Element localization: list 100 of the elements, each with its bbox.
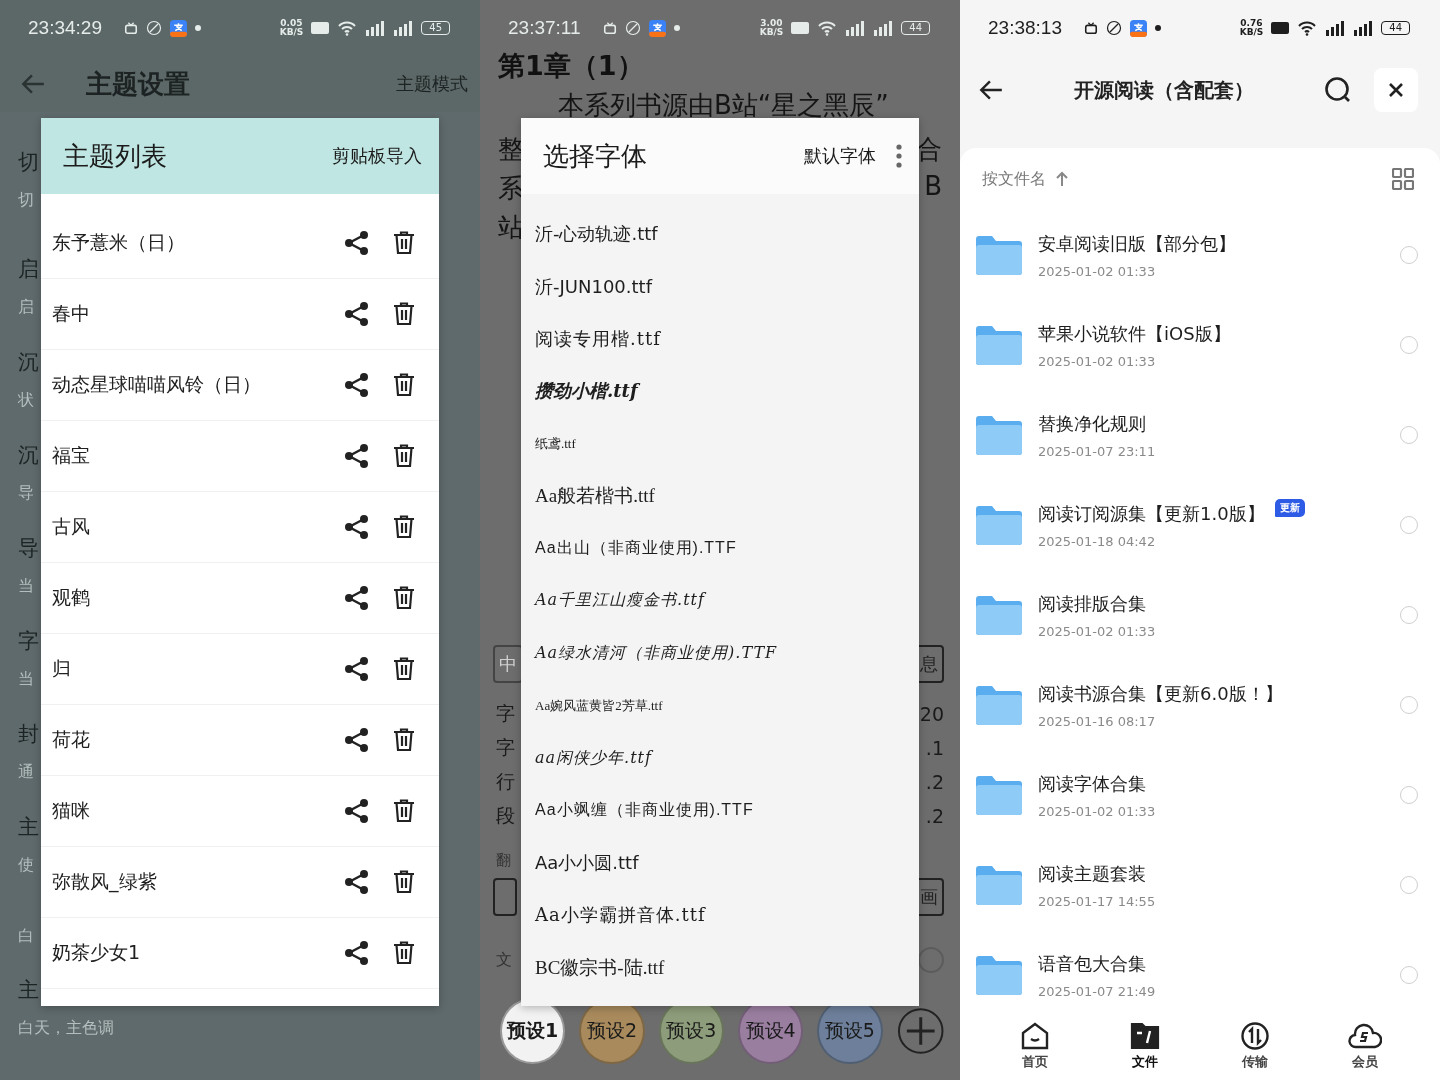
folder-name[interactable]: 苹果小说软件【iOS版】 (1038, 321, 1231, 346)
font-name[interactable]: aa闲侠少年.ttf (535, 747, 652, 769)
blocked-icon (624, 20, 641, 36)
theme-name[interactable]: 东予薏米（日） (52, 230, 321, 256)
share-icon[interactable] (344, 940, 370, 966)
folder-name[interactable]: 阅读书源合集【更新6.0版！】 (1038, 681, 1283, 706)
delete-icon[interactable] (393, 657, 415, 681)
theme-name[interactable]: 福宝 (52, 443, 321, 469)
battery-level: 44 (1381, 21, 1410, 35)
theme-name[interactable]: 弥散风_绿紫 (52, 869, 321, 895)
wifi-icon (337, 20, 358, 36)
chapter-text: 站 (498, 211, 524, 244)
sort-button[interactable]: 按文件名 (982, 168, 1046, 190)
folder-icon (976, 775, 1022, 815)
page-mode-button[interactable] (493, 878, 517, 916)
screen-title: 主题设置 (86, 67, 190, 101)
folder-name[interactable]: 阅读主题套装 (1038, 861, 1146, 886)
default-font-button[interactable]: 默认字体 (804, 144, 876, 168)
delete-icon[interactable] (393, 515, 415, 539)
folder-name[interactable]: 阅读字体合集 (1038, 771, 1146, 796)
theme-name[interactable]: 归 (52, 656, 321, 682)
dialog-title: 主题列表 (63, 139, 168, 173)
delete-icon[interactable] (393, 941, 415, 965)
nav-tab[interactable]: 会员 (1335, 1017, 1395, 1075)
font-name[interactable]: 阅读专用楷.ttf (535, 326, 661, 351)
share-icon[interactable] (344, 372, 370, 398)
tv-icon (123, 21, 138, 35)
arrow-up-icon[interactable] (1056, 171, 1068, 187)
font-name[interactable]: Aa小飒缠（非商业使用).TTF (535, 800, 754, 821)
font-name[interactable]: 沂-JUN100.ttf (535, 274, 652, 299)
delete-icon[interactable] (393, 586, 415, 610)
theme-name[interactable]: 春中 (52, 301, 321, 327)
share-icon[interactable] (344, 301, 370, 327)
theme-name[interactable]: 荷花 (52, 727, 321, 753)
hd-icon (1271, 22, 1290, 34)
font-name[interactable]: 纸鸢.ttf (535, 434, 576, 453)
setting-value: 20 (919, 703, 944, 725)
modified-date: 2025-01-02 01:33 (1038, 623, 1157, 639)
share-icon[interactable] (344, 656, 370, 682)
clipboard-import-button[interactable]: 剪贴板导入 (332, 144, 422, 168)
network-speed: 3.00 KB/S (759, 19, 784, 37)
modified-date: 2025-01-17 14:55 (1038, 893, 1157, 909)
hd-icon (791, 22, 810, 34)
signal-icon (1325, 20, 1346, 36)
blocked-icon (1105, 20, 1122, 36)
battery-level: 44 (901, 21, 930, 35)
theme-name[interactable]: 动态星球喵喵风铃（日） (52, 372, 321, 398)
delete-icon[interactable] (393, 728, 415, 752)
folder-name[interactable]: 阅读订阅源集【更新1.0版】 (1038, 501, 1265, 526)
close-button[interactable] (1374, 68, 1418, 112)
font-name[interactable]: Aa小小圆.ttf (535, 850, 639, 875)
share-icon[interactable] (344, 514, 370, 540)
setting-description: 导 (18, 483, 34, 504)
font-name[interactable]: Aa出山（非商业使用).TTF (535, 538, 737, 560)
font-name[interactable]: Aa千里江山瘦金书.ttf (535, 590, 705, 612)
share-icon[interactable] (344, 869, 370, 895)
theme-name[interactable]: 奶茶少女1 (52, 940, 321, 966)
chapter-text: 合 (916, 133, 942, 166)
preset-button[interactable]: 预设1 (500, 998, 566, 1064)
grid-view-icon[interactable] (1392, 168, 1414, 190)
folder-name[interactable]: 阅读排版合集 (1038, 591, 1146, 616)
nav-tab[interactable]: 文件 (1115, 1017, 1175, 1075)
folder-name[interactable]: 替换净化规则 (1038, 411, 1146, 436)
wifi-icon (1297, 20, 1318, 36)
setting-description: 启 (18, 297, 34, 318)
search-icon[interactable] (1324, 76, 1352, 104)
folder-title: 开源阅读（含配套） (1074, 76, 1254, 104)
blocked-icon (145, 20, 162, 36)
delete-icon[interactable] (393, 302, 415, 326)
delete-icon[interactable] (393, 444, 415, 468)
share-icon[interactable] (344, 230, 370, 256)
font-name[interactable]: Aa小学霸拼音体.ttf (535, 903, 706, 928)
setting-description: 当 (18, 669, 34, 690)
app-icon (648, 19, 666, 37)
folder-icon (976, 955, 1022, 995)
delete-icon[interactable] (393, 799, 415, 823)
delete-icon[interactable] (393, 373, 415, 397)
share-icon[interactable] (344, 585, 370, 611)
folder-name[interactable]: 安卓阅读旧版【部分包】 (1038, 231, 1236, 256)
share-icon[interactable] (344, 798, 370, 824)
folder-icon (976, 415, 1022, 455)
add-icon[interactable] (896, 1007, 945, 1055)
delete-icon[interactable] (393, 870, 415, 894)
theme-name[interactable]: 古风 (52, 514, 321, 540)
share-icon[interactable] (344, 443, 370, 469)
font-name[interactable]: 沂-心动轨迹.ttf (535, 222, 658, 247)
theme-name[interactable]: 猫咪 (52, 798, 321, 824)
font-name[interactable]: BC徽宗书-陆.ttf (535, 954, 665, 981)
theme-name[interactable]: 观鹤 (52, 585, 321, 611)
folder-name[interactable]: 语音包大合集 (1038, 951, 1146, 976)
font-name[interactable]: Aa般若楷书.ttf (535, 483, 655, 510)
signal-icon (873, 20, 894, 36)
font-name[interactable]: Aa绿水清河（非商业使用).TTF (535, 642, 778, 664)
setting-description: 使 (18, 855, 34, 876)
nav-tab[interactable]: 首页 (1005, 1017, 1065, 1075)
share-icon[interactable] (344, 727, 370, 753)
delete-icon[interactable] (393, 231, 415, 255)
more-icon[interactable] (896, 144, 902, 168)
font-name[interactable]: Aa婉风蓝黄皆2芳草.ttf (535, 696, 663, 715)
nav-tab[interactable]: 传输 (1225, 1017, 1285, 1075)
